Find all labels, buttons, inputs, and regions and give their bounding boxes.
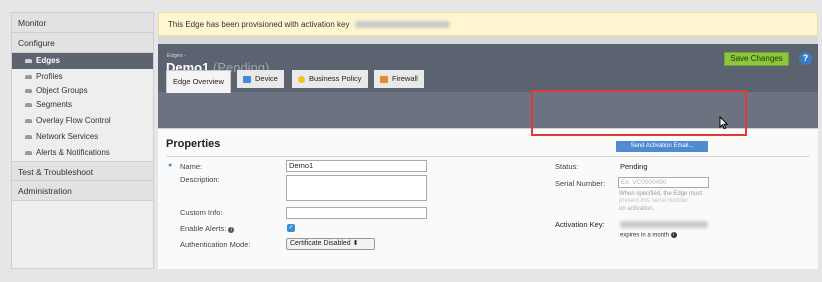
enable-alerts-checkbox[interactable]: ✓ bbox=[287, 224, 295, 232]
help-icon[interactable]: ? bbox=[799, 52, 812, 65]
wrench-icon bbox=[243, 75, 251, 83]
serial-hint: present this serial number bbox=[619, 198, 689, 204]
serial-hint: on activation. bbox=[619, 206, 655, 212]
info-icon[interactable]: i bbox=[670, 232, 677, 238]
divider bbox=[166, 156, 810, 157]
enable-alerts-text: Enable Alerts: bbox=[180, 224, 227, 233]
status-value: Pending bbox=[620, 162, 648, 171]
custom-info-field[interactable] bbox=[286, 207, 427, 219]
sidebar-item-object-groups[interactable]: Object Groups bbox=[12, 85, 153, 97]
redacted-activation-key bbox=[355, 20, 451, 28]
sidebar-item-label: Network Services bbox=[36, 132, 99, 141]
auth-mode-label: Authentication Mode: bbox=[180, 240, 251, 249]
sidebar-section-monitor[interactable]: Monitor bbox=[12, 13, 153, 33]
info-icon[interactable]: i bbox=[228, 226, 235, 233]
cloud-icon bbox=[25, 103, 32, 107]
mouse-cursor-icon bbox=[719, 116, 729, 130]
tab-label: Business Policy bbox=[309, 74, 362, 83]
expires-text: expires in a month bbox=[620, 232, 670, 239]
description-label: Description: bbox=[180, 175, 220, 184]
expires-note: expires in a month i bbox=[620, 232, 677, 239]
tab-business-policy[interactable]: Business Policy bbox=[292, 70, 368, 88]
name-field[interactable]: Demo1 bbox=[286, 160, 427, 172]
cloud-icon bbox=[25, 59, 32, 63]
sidebar-item-segments[interactable]: Segments bbox=[12, 97, 153, 113]
sidebar-item-label: Alerts & Notifications bbox=[36, 148, 110, 157]
serial-number-label: Serial Number: bbox=[555, 179, 606, 188]
sidebar-item-label: Segments bbox=[36, 100, 73, 109]
main-content: This Edge has been provisioned with acti… bbox=[158, 12, 818, 269]
sidebar-item-edges[interactable]: Edges bbox=[12, 53, 153, 69]
properties-panel: Properties ● Name: Demo1 Description: Cu… bbox=[158, 128, 818, 269]
sidebar-section-test-troubleshoot[interactable]: Test & Troubleshoot bbox=[12, 161, 153, 181]
sidebar-item-network-services[interactable]: Network Services bbox=[12, 129, 153, 145]
description-field[interactable] bbox=[286, 175, 427, 201]
required-marker: ● bbox=[168, 162, 173, 169]
cloud-icon bbox=[25, 75, 32, 79]
activation-key-label: Activation Key: bbox=[555, 220, 605, 229]
tab-label: Device bbox=[255, 74, 278, 83]
send-activation-email-button[interactable]: Send Activation Email... bbox=[616, 141, 708, 152]
cloud-icon bbox=[25, 89, 32, 93]
sidebar-item-overlay-flow-control[interactable]: Overlay Flow Control bbox=[12, 113, 153, 129]
save-changes-button[interactable]: Save Changes bbox=[724, 52, 789, 66]
sidebar-item-label: Edges bbox=[36, 56, 61, 65]
section-title: Properties bbox=[166, 138, 221, 150]
sidebar-item-profiles[interactable]: Profiles bbox=[12, 69, 153, 85]
sidebar-item-label: Profiles bbox=[36, 72, 63, 81]
breadcrumb[interactable]: Edges - bbox=[167, 53, 186, 59]
custom-info-label: Custom Info: bbox=[180, 208, 223, 217]
tab-edge-overview[interactable]: Edge Overview bbox=[166, 70, 231, 93]
status-label: Status: bbox=[555, 162, 579, 171]
sidebar-item-alerts-notifications[interactable]: Alerts & Notifications bbox=[12, 145, 153, 161]
tab-firewall[interactable]: Firewall bbox=[374, 70, 424, 88]
sidebar-item-label: Object Groups bbox=[36, 86, 88, 95]
sidebar: Monitor Configure Edges Profiles Object … bbox=[11, 12, 154, 269]
auth-mode-select[interactable]: Certificate Disabled ⬍ bbox=[286, 238, 375, 250]
person-icon bbox=[298, 75, 305, 83]
name-label: Name: bbox=[180, 162, 203, 171]
tab-device[interactable]: Device bbox=[237, 70, 284, 88]
serial-hint: When specified, the Edge must bbox=[619, 191, 703, 197]
sidebar-item-label: Overlay Flow Control bbox=[36, 116, 111, 125]
house-icon bbox=[380, 75, 388, 83]
highlight-box bbox=[531, 90, 747, 136]
redacted-activation-key bbox=[620, 221, 708, 228]
cloud-icon bbox=[25, 119, 32, 123]
sidebar-section-administration[interactable]: Administration bbox=[12, 181, 153, 201]
banner-text: This Edge has been provisioned with acti… bbox=[168, 19, 350, 29]
sidebar-section-configure[interactable]: Configure bbox=[12, 33, 153, 53]
cloud-icon bbox=[25, 135, 32, 139]
serial-number-field[interactable]: Ex: VC0000490 bbox=[618, 177, 709, 188]
tab-label: Edge Overview bbox=[173, 77, 224, 86]
provision-banner: This Edge has been provisioned with acti… bbox=[158, 12, 818, 36]
tab-label: Firewall bbox=[392, 74, 418, 83]
enable-alerts-label: Enable Alerts: i bbox=[180, 224, 235, 233]
cloud-icon bbox=[25, 151, 32, 155]
